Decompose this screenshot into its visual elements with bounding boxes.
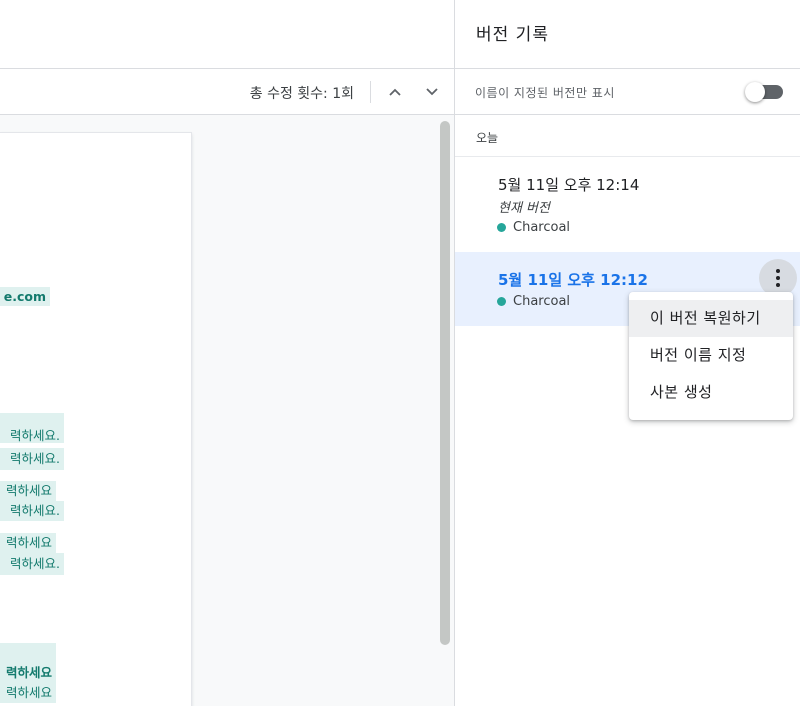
panel-title: 버전 기록 [476,25,549,45]
chevron-up-icon [389,88,401,96]
filter-row: 이름이 지정된 버전만 표시 [455,69,800,115]
highlighted-text: e.com [0,287,50,306]
version-date: 5월 11일 오후 12:14 [498,176,640,194]
document-page: e.com 력하세요. 력하세요. 력하세요 력하세요. 력하세요 력하세요. … [0,133,191,706]
document-canvas: e.com 력하세요. 력하세요. 력하세요 력하세요. 력하세요 력하세요. … [0,115,454,706]
name-version-menu-item[interactable]: 버전 이름 지정 [629,337,793,374]
document-toolbar [0,0,454,69]
next-change-button[interactable] [420,80,444,104]
highlighted-text: 력하세요 [0,533,56,553]
highlighted-text: 력하세요 [0,643,56,683]
section-label-today: 오늘 [476,131,499,145]
highlighted-text: 력하세요. [0,448,64,470]
highlighted-text: 력하세요. [0,553,64,575]
author-color-dot [497,297,506,306]
author-name: Charcoal [513,294,571,309]
version-author: Charcoal [497,220,570,235]
changes-bar: 총 수정 횟수: 1회 [0,69,454,115]
author-color-dot [497,223,506,232]
vertical-scrollbar[interactable] [440,121,450,645]
changes-divider [370,81,371,103]
version-item[interactable]: 5월 11일 오후 12:14 현재 버전 Charcoal [455,157,800,252]
highlighted-text: 력하세요. [0,501,64,521]
named-versions-toggle[interactable] [745,82,785,102]
highlighted-text: 력하세요 [0,683,56,703]
version-author: Charcoal [497,294,570,309]
highlighted-text: 력하세요 [0,481,56,501]
version-date: 5월 11일 오후 12:12 [498,271,648,289]
toggle-knob [745,82,765,102]
version-context-menu: 이 버전 복원하기 버전 이름 지정 사본 생성 [629,292,793,420]
more-vert-icon [776,269,780,273]
changes-count: 총 수정 횟수: 1회 [249,86,354,102]
previous-change-button[interactable] [383,80,407,104]
make-copy-menu-item[interactable]: 사본 생성 [629,374,793,411]
current-version-label: 현재 버전 [498,201,550,216]
author-name: Charcoal [513,220,571,235]
chevron-down-icon [426,88,438,96]
restore-version-menu-item[interactable]: 이 버전 복원하기 [629,300,793,337]
highlighted-text: 력하세요. [0,413,64,443]
panel-header: 버전 기록 [455,0,800,69]
named-versions-filter-label: 이름이 지정된 버전만 표시 [475,86,615,100]
